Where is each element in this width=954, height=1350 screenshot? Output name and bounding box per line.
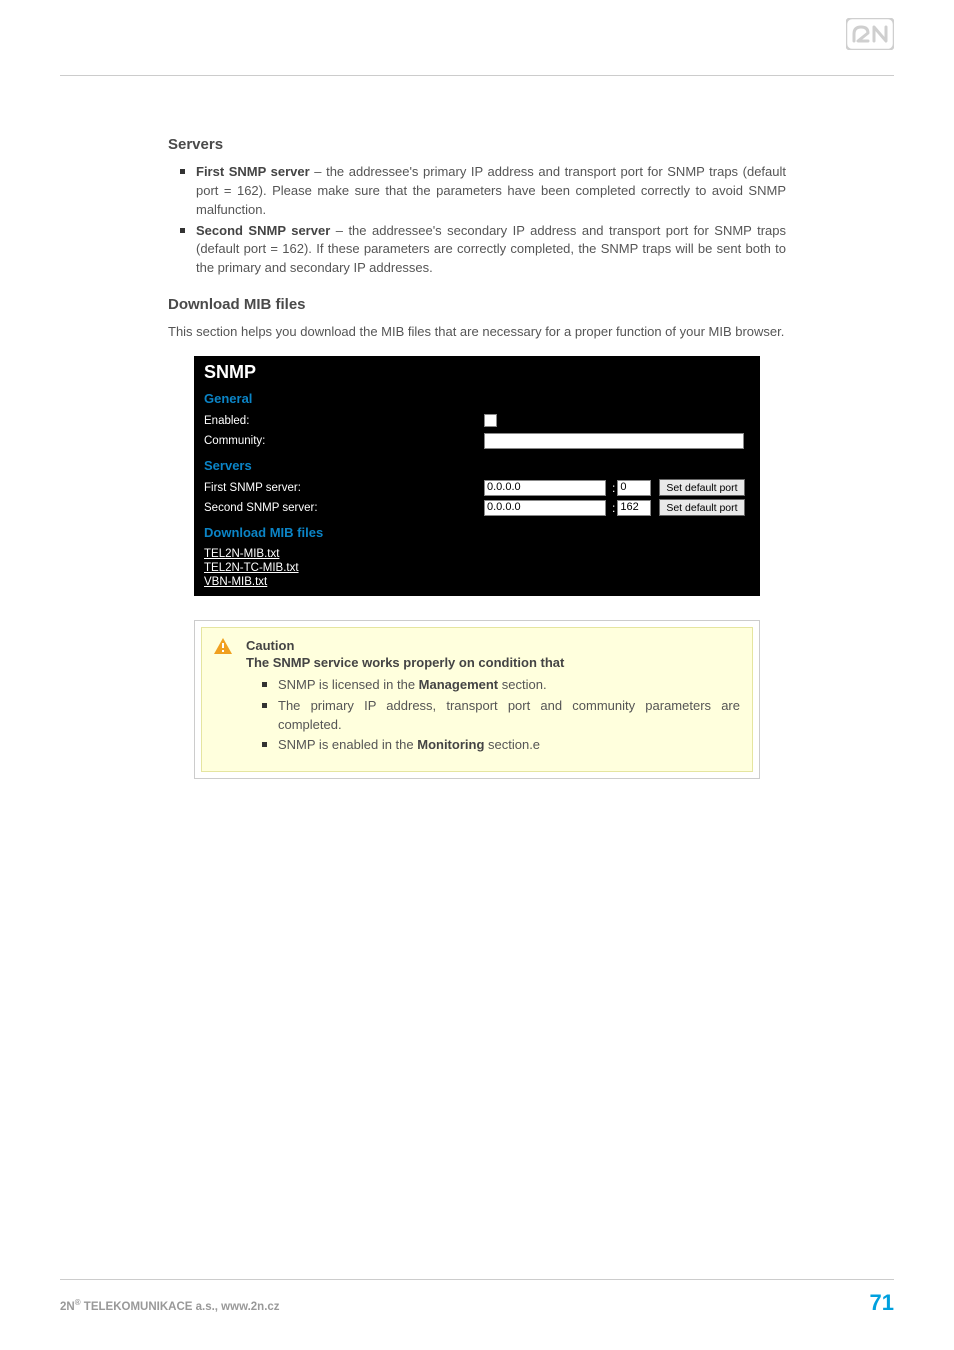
colon-separator: : bbox=[612, 501, 615, 515]
page-content: Servers First SNMP server – the addresse… bbox=[60, 76, 894, 779]
first-server-port-input[interactable]: 0 bbox=[617, 480, 651, 496]
caution-list: SNMP is licensed in the Management secti… bbox=[246, 676, 740, 755]
list-item-bold: Management bbox=[419, 677, 498, 692]
page-header bbox=[60, 0, 894, 76]
community-label: Community: bbox=[204, 435, 484, 447]
enabled-label: Enabled: bbox=[204, 415, 484, 427]
community-input[interactable] bbox=[484, 433, 744, 449]
list-item-pre: The primary IP address, transport port a… bbox=[278, 698, 740, 732]
warning-icon bbox=[214, 638, 232, 657]
list-item-post: section. bbox=[498, 677, 546, 692]
second-server-port-input[interactable]: 162 bbox=[617, 500, 651, 516]
snmp-servers-heading: Servers bbox=[204, 458, 750, 473]
second-server-label: Second SNMP server: bbox=[204, 502, 484, 514]
list-item: SNMP is licensed in the Management secti… bbox=[278, 676, 740, 695]
second-set-default-port-button[interactable]: Set default port bbox=[659, 499, 744, 516]
list-item: First SNMP server – the addressee's prim… bbox=[196, 163, 786, 220]
caution-subtitle: The SNMP service works properly on condi… bbox=[246, 655, 740, 670]
brand-logo-icon bbox=[846, 18, 894, 55]
download-paragraph: This section helps you download the MIB … bbox=[168, 323, 786, 342]
list-item-bold: Monitoring bbox=[417, 737, 484, 752]
mib-link-3[interactable]: VBN-MIB.txt bbox=[204, 576, 267, 588]
snmp-download-heading: Download MIB files bbox=[204, 525, 750, 540]
servers-heading: Servers bbox=[168, 136, 786, 153]
list-item-label: Second SNMP server bbox=[196, 223, 330, 238]
list-item-pre: SNMP is licensed in the bbox=[278, 677, 419, 692]
colon-separator: : bbox=[612, 481, 615, 495]
list-item: The primary IP address, transport port a… bbox=[278, 697, 740, 735]
list-item: SNMP is enabled in the Monitoring sectio… bbox=[278, 736, 740, 755]
list-item-pre: SNMP is enabled in the bbox=[278, 737, 417, 752]
list-item-label: First SNMP server bbox=[196, 164, 310, 179]
snmp-title: SNMP bbox=[204, 362, 750, 383]
servers-list: First SNMP server – the addressee's prim… bbox=[168, 163, 786, 278]
caution-title: Caution bbox=[246, 638, 740, 653]
mib-link-1[interactable]: TEL2N-MIB.txt bbox=[204, 548, 279, 560]
download-heading: Download MIB files bbox=[168, 296, 786, 313]
first-set-default-port-button[interactable]: Set default port bbox=[659, 479, 744, 496]
page-footer: 2N® TELEKOMUNIKACE a.s., www.2n.cz 71 bbox=[60, 1279, 894, 1316]
list-item-post: section.e bbox=[484, 737, 540, 752]
footer-text: 2N® TELEKOMUNIKACE a.s., www.2n.cz bbox=[60, 1298, 280, 1313]
snmp-general-heading: General bbox=[204, 391, 750, 406]
snmp-screenshot: SNMP General Enabled: Community: Servers… bbox=[194, 356, 760, 596]
second-server-ip-input[interactable]: 0.0.0.0 bbox=[484, 500, 606, 516]
caution-box: Caution The SNMP service works properly … bbox=[194, 620, 760, 779]
mib-link-2[interactable]: TEL2N-TC-MIB.txt bbox=[204, 562, 299, 574]
list-item: Second SNMP server – the addressee's sec… bbox=[196, 222, 786, 279]
first-server-label: First SNMP server: bbox=[204, 482, 484, 494]
enabled-checkbox[interactable] bbox=[484, 414, 497, 427]
page-number: 71 bbox=[870, 1290, 894, 1316]
first-server-ip-input[interactable]: 0.0.0.0 bbox=[484, 480, 606, 496]
